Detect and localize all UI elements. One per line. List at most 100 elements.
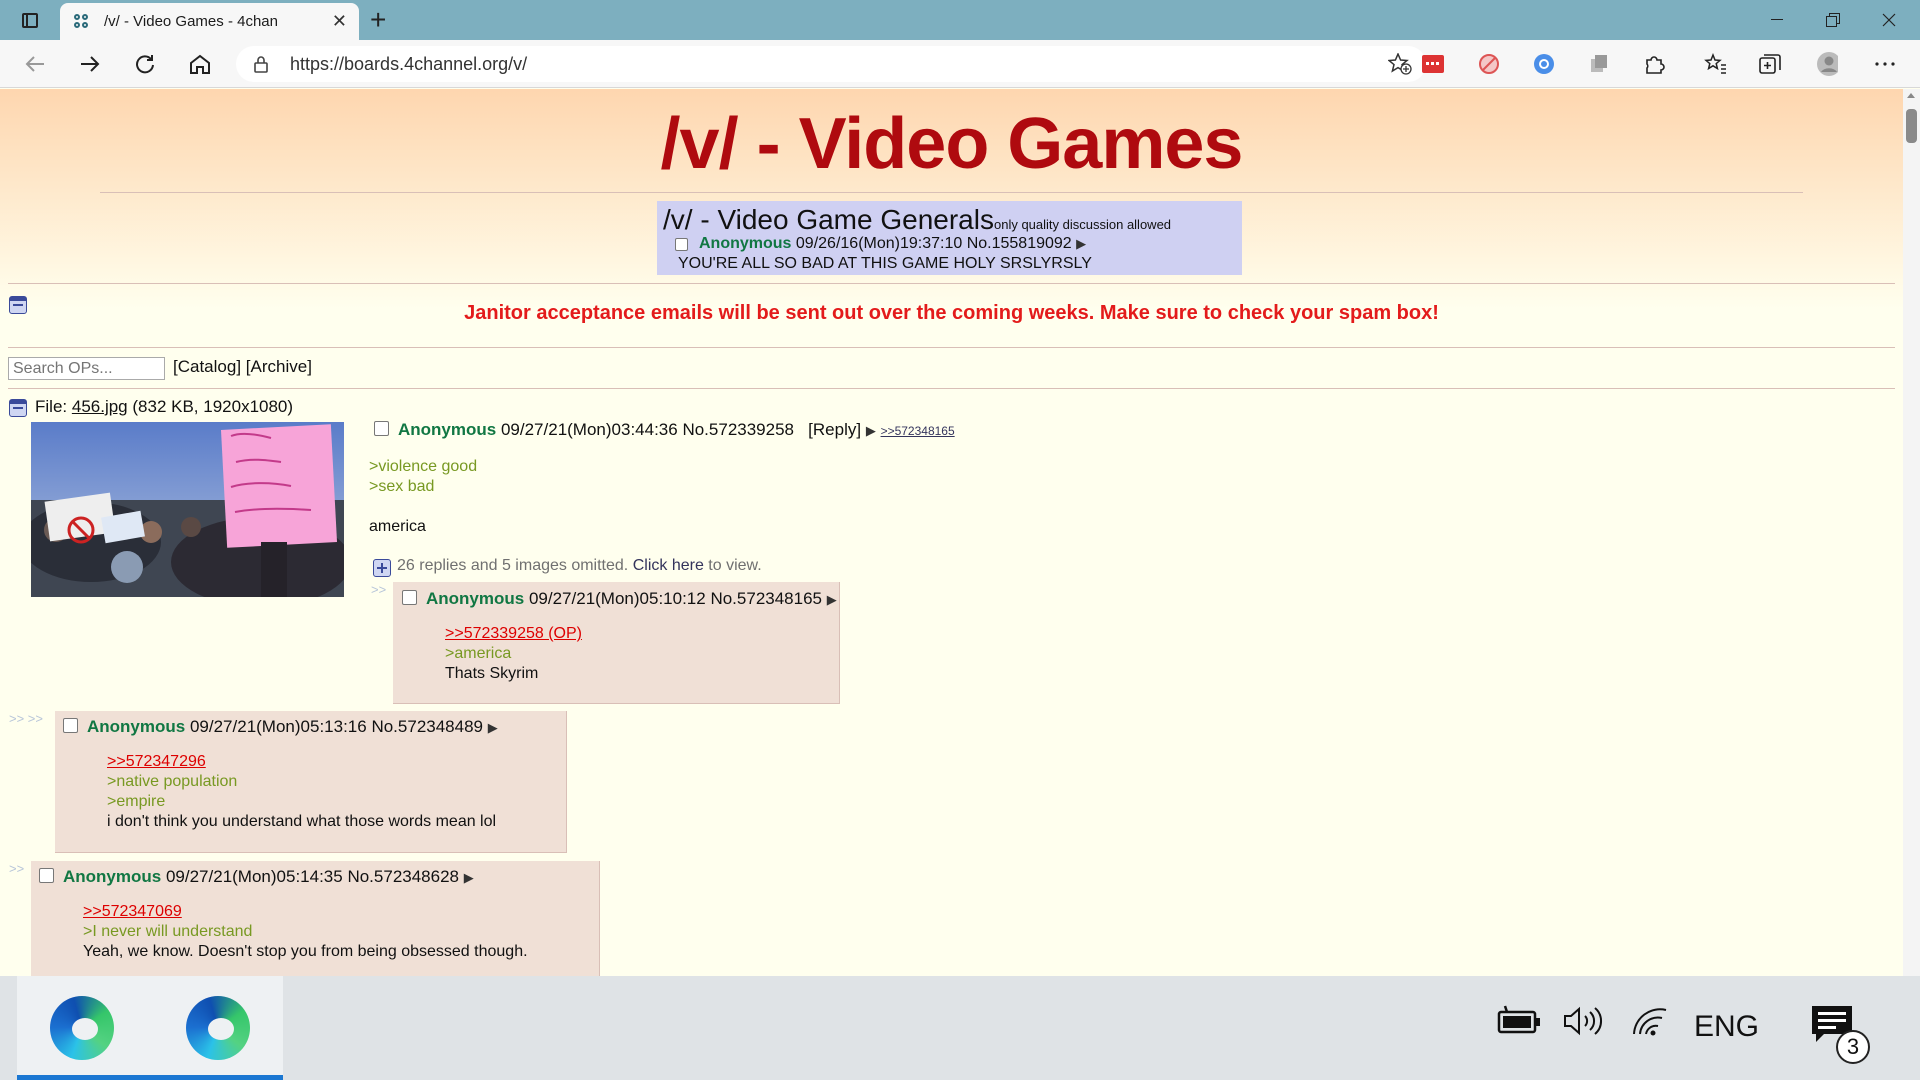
extension-blue-circle-icon[interactable] <box>1533 53 1555 75</box>
edge-icon <box>186 996 250 1060</box>
reply-poster-name: Anonymous <box>426 589 525 608</box>
quote-link[interactable]: >>572347296 <box>107 752 496 772</box>
extension-blocker-icon[interactable] <box>1478 53 1500 75</box>
reply-post: Anonymous 09/27/21(Mon)05:14:35 No.57234… <box>31 861 600 976</box>
favorites-icon[interactable] <box>1704 53 1726 75</box>
close-window-icon[interactable] <box>1866 6 1912 34</box>
battery-icon[interactable] <box>1497 1004 1543 1038</box>
omitted-summary: 26 replies and 5 images omitted. Click h… <box>397 557 762 575</box>
more-menu-icon[interactable] <box>1874 53 1896 75</box>
greentext-line: >america <box>445 645 512 662</box>
reply-datetime: 09/27/21(Mon)05:13:16 <box>189 717 367 736</box>
new-tab-icon[interactable]: + <box>370 4 386 36</box>
address-bar[interactable]: https://boards.4channel.org/v/ <box>236 46 1426 82</box>
banner-post-info: Anonymous 09/26/16(Mon)19:37:10 No.15581… <box>699 235 1086 253</box>
reply-poster-name: Anonymous <box>63 867 162 886</box>
op-header: Anonymous 09/27/21(Mon)03:44:36 No.57233… <box>398 420 955 440</box>
page-scrollbar[interactable] <box>1903 89 1920 976</box>
scrollbar-thumb[interactable] <box>1906 109 1917 143</box>
browser-tab[interactable]: /v/ - Video Games - 4chan ✕ <box>60 3 359 40</box>
greentext-line: >empire <box>107 793 166 810</box>
file-label: File: <box>35 397 68 416</box>
4chan-clover-icon <box>74 14 90 30</box>
extension-red-icon[interactable] <box>1422 53 1444 75</box>
op-post-number[interactable]: No.572339258 <box>682 420 794 439</box>
triangle-icon[interactable]: ▶ <box>488 720 498 735</box>
close-tab-icon[interactable]: ✕ <box>332 11 347 32</box>
reply-datetime: 09/27/21(Mon)05:14:35 <box>165 867 343 886</box>
catalog-link[interactable]: [Catalog] <box>173 357 241 376</box>
reply-marker: >> <box>371 582 387 597</box>
scroll-up-icon[interactable] <box>1907 93 1915 98</box>
archive-link[interactable]: [Archive] <box>246 357 312 376</box>
banner-title: /v/ - Video Game Generalsonly quality di… <box>663 204 1171 236</box>
reply-poster-name: Anonymous <box>87 717 186 736</box>
reply-body-text: i don't think you understand what those … <box>107 813 497 830</box>
board-title: /v/ - Video Games <box>660 104 1244 184</box>
divider <box>8 347 1895 348</box>
reply-body-text: Yeah, we know. Doesn't stop you from bei… <box>83 943 528 960</box>
minimize-icon[interactable] <box>1754 6 1800 34</box>
language-indicator[interactable]: ENG <box>1694 1010 1759 1044</box>
reply-body-text: Thats Skyrim <box>445 665 539 682</box>
divider <box>8 283 1895 284</box>
reply-post-number[interactable]: No.572348489 <box>371 717 483 736</box>
collections-icon[interactable] <box>1759 53 1781 75</box>
page-content: /v/ - Video Games /v/ - Video Game Gener… <box>0 89 1903 976</box>
hide-thread-icon[interactable] <box>9 399 27 417</box>
greentext-line: >I never will understand <box>83 923 253 940</box>
greentext-line: >violence good <box>369 458 478 475</box>
extension-grey-icon[interactable] <box>1588 53 1610 75</box>
active-indicator <box>138 1075 283 1080</box>
volume-icon[interactable] <box>1561 1004 1607 1038</box>
banner-poster-name: Anonymous <box>699 235 792 252</box>
board-banner[interactable]: /v/ - Video Game Generalsonly quality di… <box>657 201 1242 275</box>
op-file-meta: (832 KB, 1920x1080) <box>132 397 294 416</box>
op-checkbox[interactable] <box>374 421 389 436</box>
back-arrow-icon[interactable] <box>18 48 52 80</box>
wifi-icon[interactable] <box>1630 1004 1670 1038</box>
taskbar-edge-app[interactable] <box>138 976 283 1080</box>
taskbar: ENG 3 <box>0 976 1920 1080</box>
op-datetime: 09/27/21(Mon)03:44:36 <box>500 420 678 439</box>
refresh-icon[interactable] <box>128 48 162 80</box>
triangle-icon: ▶ <box>1076 236 1087 251</box>
triangle-icon[interactable]: ▶ <box>464 870 474 885</box>
quote-link[interactable]: >>572339258 (OP) <box>445 624 582 644</box>
reply-checkbox[interactable] <box>402 590 417 605</box>
tab-title: /v/ - Video Games - 4chan <box>104 13 278 30</box>
reply-post-number[interactable]: No.572348165 <box>710 589 822 608</box>
star-plus-icon[interactable] <box>1387 52 1412 80</box>
edge-icon <box>50 996 114 1060</box>
banner-body: YOU'RE ALL SO BAD AT THIS GAME HOLY SRSL… <box>678 255 1092 272</box>
reply-post-number[interactable]: No.572348628 <box>347 867 459 886</box>
forward-arrow-icon[interactable] <box>73 48 107 80</box>
banner-checkbox <box>675 238 688 251</box>
triangle-icon[interactable]: ▶ <box>866 423 876 438</box>
op-body-text: america <box>369 518 426 535</box>
notification-count-badge: 3 <box>1836 1030 1870 1064</box>
op-reply-link[interactable]: [Reply] <box>808 420 861 439</box>
tab-actions-icon[interactable] <box>14 6 46 34</box>
op-backlink[interactable]: >>572348165 <box>881 424 955 438</box>
reply-checkbox[interactable] <box>63 718 78 733</box>
triangle-icon[interactable]: ▶ <box>827 592 837 607</box>
search-ops-input[interactable] <box>8 357 165 380</box>
click-here-link[interactable]: Click here <box>633 557 704 574</box>
reply-marker: >> <box>9 861 25 876</box>
profile-avatar-icon[interactable] <box>1816 52 1838 76</box>
op-thumbnail-image[interactable] <box>31 422 344 597</box>
greentext-line: >native population <box>107 773 238 790</box>
lock-icon[interactable] <box>254 56 268 78</box>
home-icon[interactable] <box>183 48 217 80</box>
expand-thread-icon[interactable] <box>373 559 391 577</box>
reply-header: Anonymous 09/27/21(Mon)05:10:12 No.57234… <box>426 589 837 609</box>
banner-post-number: No.155819092 <box>966 235 1072 252</box>
restore-icon[interactable] <box>1810 6 1856 34</box>
extensions-puzzle-icon[interactable] <box>1643 53 1665 75</box>
reply-checkbox[interactable] <box>39 868 54 883</box>
reply-comment: >>572347296 >native population >empire i… <box>107 752 496 832</box>
quote-link[interactable]: >>572347069 <box>83 902 528 922</box>
op-file-link[interactable]: 456.jpg <box>72 397 128 416</box>
op-poster-name: Anonymous <box>398 420 497 439</box>
